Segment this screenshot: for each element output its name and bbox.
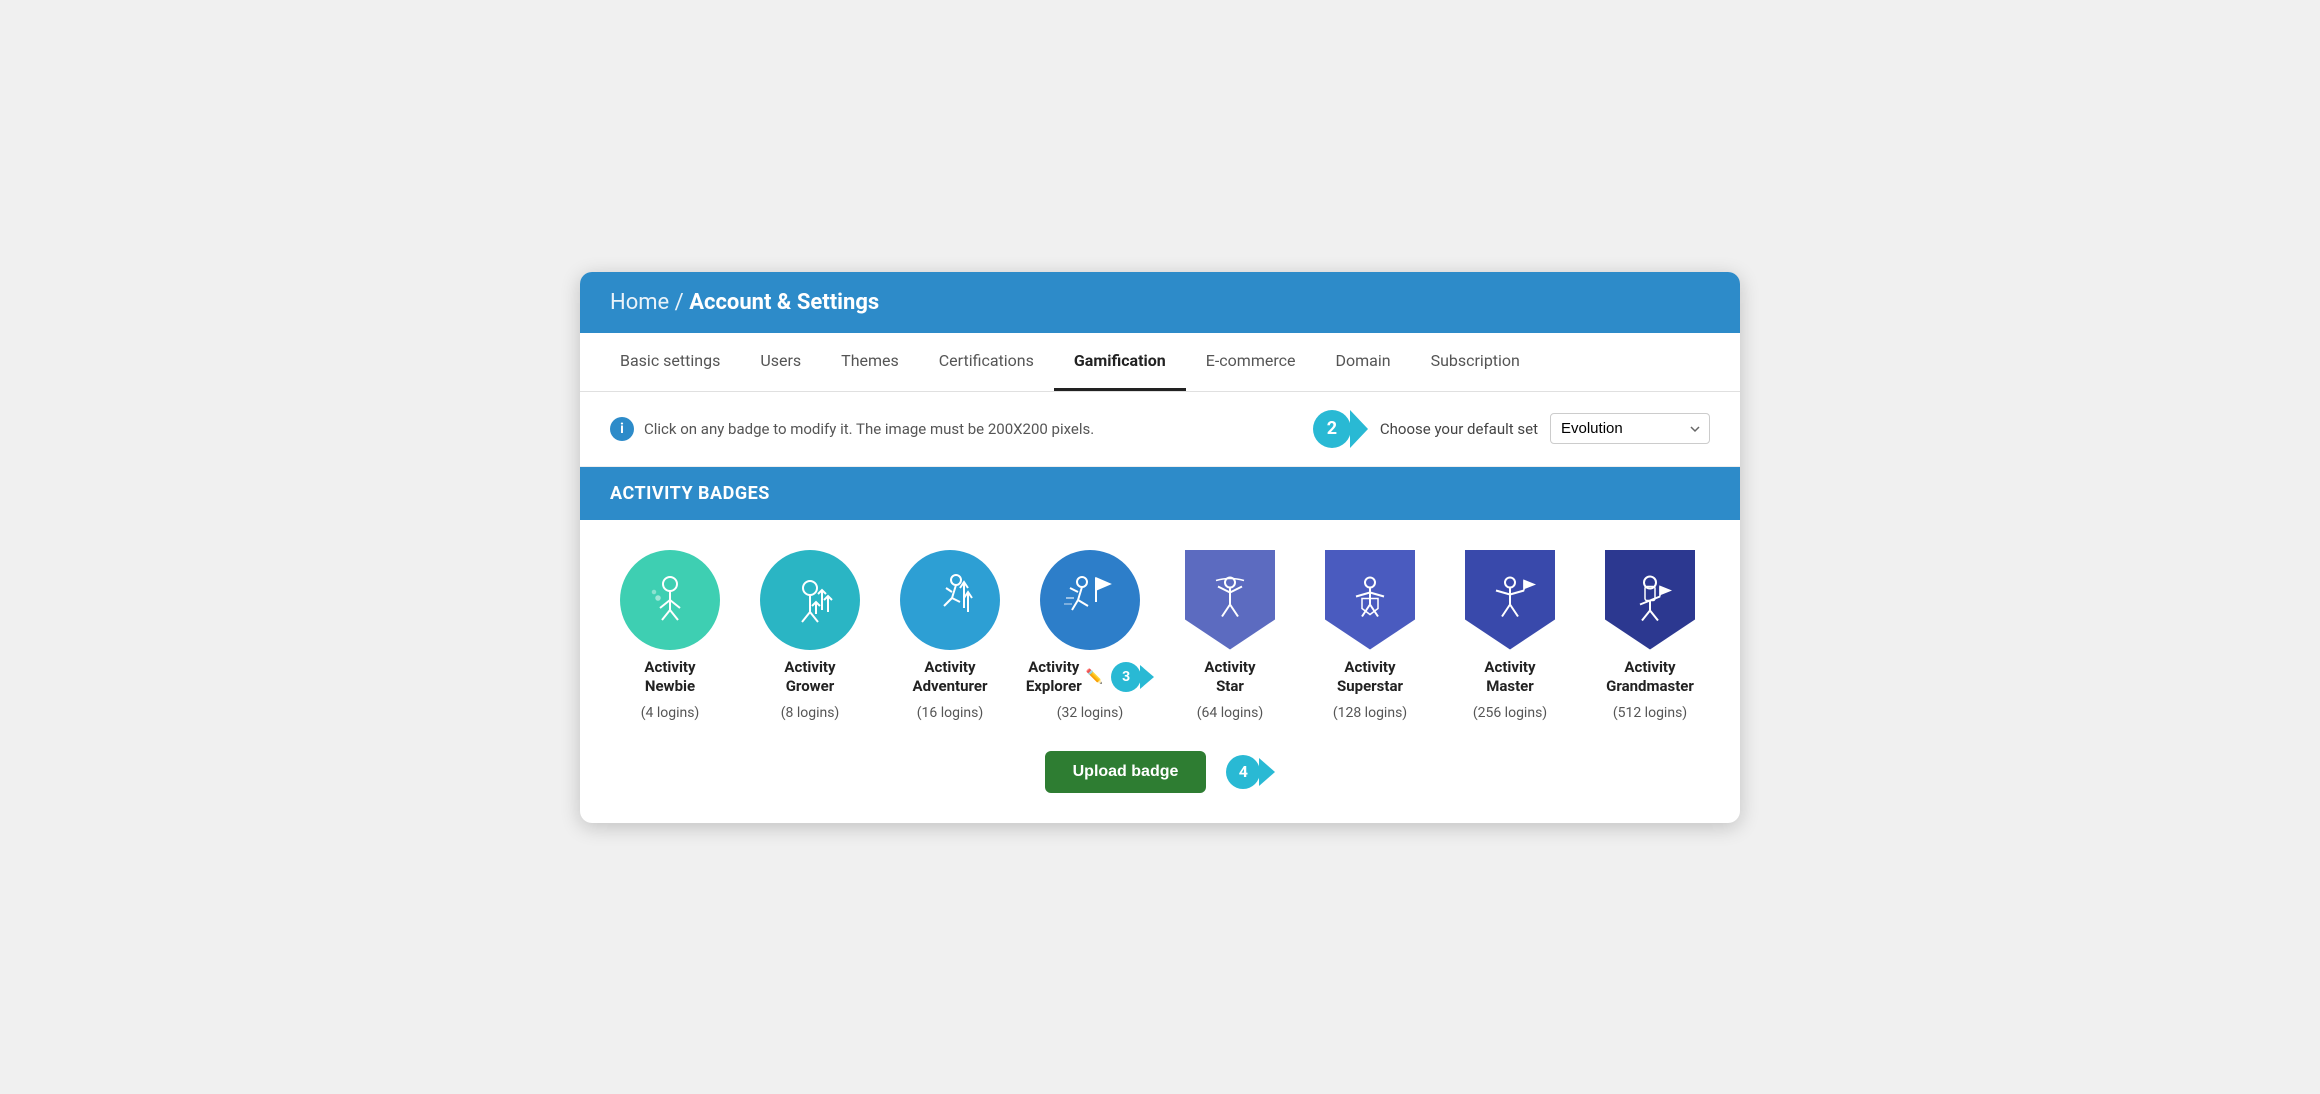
badge-icon-explorer [1040,550,1140,650]
step-4-badge: 4 [1226,755,1260,789]
badge-activity-superstar[interactable]: ActivitySuperstar (128 logins) [1310,550,1430,721]
default-set-label: Choose your default set [1380,420,1538,438]
main-window: Home / Account & Settings Basic settings… [580,272,1740,823]
badge-icon-adventurer [900,550,1000,650]
badge-icon-newbie [620,550,720,650]
badge-icon-superstar [1320,550,1420,650]
superstar-icon [1340,570,1400,630]
step-2-arrow [1350,410,1368,448]
badge-activity-adventurer[interactable]: ActivityAdventurer (16 logins) [890,550,1010,721]
step-3-arrow [1140,665,1154,689]
badge-activity-star[interactable]: ActivityStar (64 logins) [1170,550,1290,721]
step-3-badge: 3 [1111,662,1141,692]
breadcrumb-home[interactable]: Home [610,290,669,315]
header: Home / Account & Settings [580,272,1740,333]
upload-area: Upload badge 4 [580,741,1740,823]
badge-name-star: ActivityStar [1204,658,1255,697]
badge-logins-master: (256 logins) [1473,705,1547,721]
star-icon [1200,570,1260,630]
grandmaster-icon [1620,570,1680,630]
step-4-arrow [1259,758,1275,786]
badge-logins-superstar: (128 logins) [1333,705,1407,721]
nav-basic-settings[interactable]: Basic settings [600,333,740,391]
badge-name-superstar: ActivitySuperstar [1337,658,1403,697]
step-4-callout: 4 [1226,755,1275,789]
step-3-callout: 3 [1111,662,1154,692]
info-message: Click on any badge to modify it. The ima… [644,420,1094,438]
badge-icon-master [1460,550,1560,650]
activity-badges-header: ACTIVITY BADGES [580,467,1740,520]
nav-bar: Basic settings Users Themes Certificatio… [580,333,1740,392]
breadcrumb: Home / Account & Settings [610,290,1710,315]
explorer-label-area: ActivityExplorer ✏️ 3 [1026,658,1154,697]
edit-pencil-icon[interactable]: ✏️ [1086,669,1103,685]
badge-logins-explorer: (32 logins) [1057,705,1124,721]
info-bar: i Click on any badge to modify it. The i… [580,392,1740,467]
master-icon [1480,570,1540,630]
newbie-icon [640,570,700,630]
badge-icon-grower [760,550,860,650]
nav-users[interactable]: Users [740,333,821,391]
explorer-icon [1060,570,1120,630]
nav-subscription[interactable]: Subscription [1411,333,1540,391]
badge-logins-adventurer: (16 logins) [917,705,984,721]
badge-activity-explorer[interactable]: ActivityExplorer ✏️ 3 (32 logins) [1030,550,1150,721]
badges-grid: ActivityNewbie (4 logins) [580,520,1740,741]
badge-logins-newbie: (4 logins) [641,705,700,721]
nav-domain[interactable]: Domain [1315,333,1410,391]
info-icon: i [610,417,634,441]
info-message-container: i Click on any badge to modify it. The i… [610,417,1094,441]
badge-name-master: ActivityMaster [1484,658,1535,697]
badge-name-explorer: ActivityExplorer [1026,658,1082,697]
badge-activity-newbie[interactable]: ActivityNewbie (4 logins) [610,550,730,721]
badge-name-grandmaster: ActivityGrandmaster [1606,658,1694,697]
info-right: 2 Choose your default set Evolution Clas… [1313,410,1710,448]
nav-gamification[interactable]: Gamification [1054,333,1186,391]
badge-name-grower: ActivityGrower [784,658,835,697]
badge-activity-grower[interactable]: ActivityGrower (8 logins) [750,550,870,721]
upload-badge-button[interactable]: Upload badge [1045,751,1207,793]
badge-icon-star [1180,550,1280,650]
badge-activity-grandmaster[interactable]: ActivityGrandmaster (512 logins) [1590,550,1710,721]
badge-icon-grandmaster [1600,550,1700,650]
badge-activity-master[interactable]: ActivityMaster (256 logins) [1450,550,1570,721]
badge-logins-grower: (8 logins) [781,705,840,721]
badge-name-adventurer: ActivityAdventurer [913,658,988,697]
badge-logins-star: (64 logins) [1197,705,1264,721]
nav-certifications[interactable]: Certifications [919,333,1054,391]
grower-icon [780,570,840,630]
adventurer-icon [920,570,980,630]
badge-name-newbie: ActivityNewbie [644,658,695,697]
nav-ecommerce[interactable]: E-commerce [1186,333,1316,391]
nav-themes[interactable]: Themes [821,333,919,391]
badge-logins-grandmaster: (512 logins) [1613,705,1687,721]
explorer-name-row: ActivityExplorer ✏️ 3 [1026,658,1154,697]
breadcrumb-separator: / [675,290,684,315]
step-2-badge: 2 [1313,410,1351,448]
default-set-select[interactable]: Evolution Classic Modern [1550,413,1710,444]
page-title: Account & Settings [689,290,879,315]
